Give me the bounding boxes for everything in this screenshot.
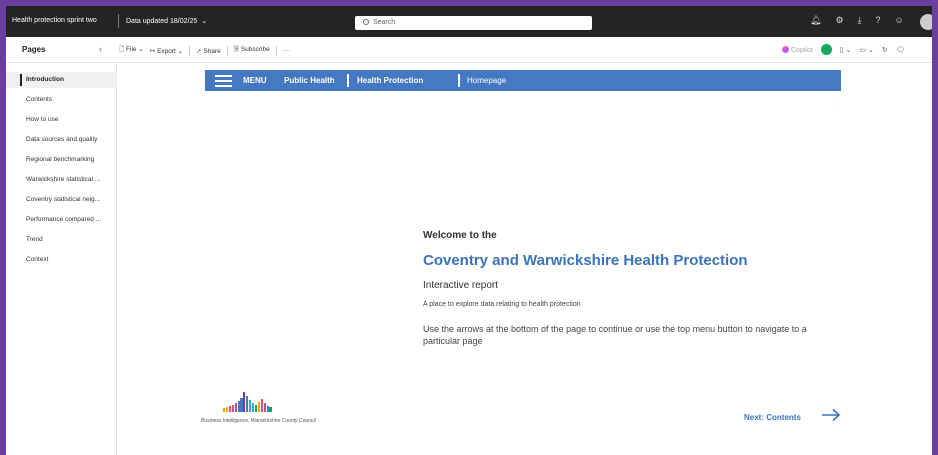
sidebar-page-item[interactable]: Introduction (6, 72, 117, 88)
title-bar: Health protection sprint two Data update… (6, 6, 932, 37)
file-label: File (126, 46, 137, 53)
logo-bar (223, 408, 226, 412)
breadcrumb-divider (458, 74, 460, 87)
report-toolbar: Pages ‹ 🗋 File ⌄ ↦ Export ⌄ ➚ Share 🗟 Su… (6, 37, 932, 63)
business-intelligence-logo (223, 390, 273, 412)
logo-bar (252, 403, 255, 412)
sidebar-page-item[interactable]: Context (6, 252, 117, 268)
report-menu-bar: MENU Public Health Health Protection Hom… (205, 70, 841, 91)
comment-icon[interactable]: 🗨︎ (896, 46, 905, 54)
toolbar-separator (189, 45, 191, 56)
bookmark-icon[interactable]: ▯ ⌄ (840, 46, 852, 54)
breadcrumb-public-health[interactable]: Public Health (284, 76, 335, 85)
sidebar-page-item[interactable]: Regional benchmarking (6, 152, 117, 168)
logo-caption: Business Intelligence, Warwickshire Coun… (201, 418, 316, 424)
search-input[interactable]: Search (355, 16, 592, 30)
avatar[interactable] (920, 14, 932, 30)
feedback-icon[interactable]: ☺ (895, 15, 904, 26)
sidebar-page-item[interactable]: Coventry statistical neig... (6, 192, 117, 208)
breadcrumb-homepage: Homepage (467, 76, 507, 85)
subscribe-icon: 🗟 (233, 46, 239, 53)
title-separator (118, 14, 119, 28)
help-icon[interactable]: ? (876, 15, 881, 26)
sidebar-page-item[interactable]: How to use (6, 112, 117, 128)
download-icon[interactable]: ⤓ (858, 15, 862, 26)
breadcrumb-divider (347, 74, 349, 87)
page-subtitle: Interactive report (423, 280, 499, 291)
report-canvas: MENU Public Health Health Protection Hom… (117, 63, 932, 455)
logo-bar (263, 403, 266, 412)
logo-bar (228, 406, 231, 412)
export-menu[interactable]: ↦ Export ⌄ (150, 47, 183, 55)
logo-bar (240, 398, 243, 412)
toolbar-separator (226, 45, 228, 56)
sidebar-page-item[interactable]: Trend (6, 232, 117, 248)
data-updated-dropdown[interactable]: Data updated 18/02/25 ⌄ (126, 17, 207, 25)
copilot-icon (782, 45, 789, 53)
subscribe-label: Subscribe (240, 46, 270, 53)
status-avatar-icon[interactable] (820, 44, 832, 55)
share-button[interactable]: ➚ Share (196, 47, 221, 55)
logo-bar (257, 402, 260, 412)
bell-icon[interactable]: 🔔︎ (810, 15, 821, 26)
navigation-instructions: Use the arrows at the bottom of the page… (423, 324, 807, 346)
file-icon: 🗋 (119, 46, 125, 53)
welcome-heading: Welcome to the (423, 230, 497, 241)
logo-bar (266, 406, 269, 412)
logo-bar (260, 399, 263, 412)
search-placeholder: Search (372, 19, 396, 26)
toolbar-separator (275, 45, 277, 56)
arrow-right-icon[interactable] (821, 408, 841, 422)
logo-bar (231, 405, 234, 412)
logo-bar (234, 403, 237, 412)
data-updated-label: Data updated 18/02/25 (126, 18, 198, 25)
export-label: Export (157, 47, 176, 55)
sidebar-page-item[interactable]: Data sources and quality (6, 132, 117, 148)
copilot-label: Copilot (791, 46, 813, 54)
export-icon: ↦ (149, 47, 156, 55)
chevron-down-icon: ⌄ (201, 18, 208, 25)
logo-bar (269, 407, 272, 412)
copilot-button[interactable]: Copilot (782, 45, 813, 54)
gear-icon[interactable]: ⚙ (835, 15, 843, 26)
sidebar-page-item[interactable]: Performance compared ... (6, 212, 117, 228)
breadcrumb-health-protection[interactable]: Health Protection (357, 76, 423, 85)
search-icon (363, 19, 369, 25)
page-title: Coventry and Warwickshire Health Protect… (423, 252, 748, 269)
visual-more-options-icon[interactable]: · · · (837, 100, 839, 114)
report-title[interactable]: Health protection sprint two (12, 17, 97, 24)
hamburger-menu-icon[interactable] (215, 75, 232, 87)
subscribe-button[interactable]: 🗟 Subscribe (234, 45, 270, 56)
menu-button[interactable]: MENU (243, 76, 267, 85)
more-options-button[interactable]: ··· (283, 47, 290, 54)
file-menu[interactable]: 🗋 File ⌄ (119, 45, 144, 56)
view-icon[interactable]: ▭ ⌄ (859, 46, 873, 54)
share-icon: ➚ (196, 47, 202, 55)
logo-bar (243, 392, 246, 412)
collapse-pane-icon[interactable]: ‹ (99, 44, 102, 54)
share-label: Share (203, 47, 221, 55)
sidebar-page-item[interactable]: Warwickshire statistical ... (6, 172, 117, 188)
page-description: A place to explore data relating to heal… (423, 301, 581, 308)
sidebar-page-item[interactable]: Contents (6, 92, 117, 108)
logo-bar (237, 401, 240, 412)
logo-bar (249, 400, 252, 412)
next-contents-link[interactable]: Next: Contents (744, 413, 801, 422)
app-window: Health protection sprint two Data update… (6, 6, 932, 455)
pages-label: Pages (22, 45, 46, 54)
logo-bar (254, 405, 258, 412)
refresh-icon[interactable]: ↻ (882, 46, 888, 54)
logo-bar (225, 407, 229, 412)
pages-pane: Introduction Contents How to use Data sourc… (6, 63, 117, 455)
logo-bar (246, 396, 249, 412)
